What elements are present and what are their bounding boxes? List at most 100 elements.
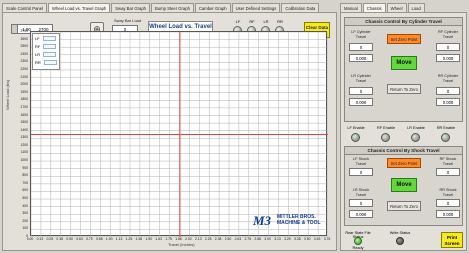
- y-tick-label: 900: [22, 165, 28, 170]
- y-tick-label: 1900: [20, 89, 28, 94]
- y-tick-label: 1700: [20, 104, 28, 109]
- legend-item-lf: LF: [33, 34, 59, 42]
- rf-enable-toggle[interactable]: [381, 133, 390, 142]
- y-tick-label: 2100: [20, 74, 28, 79]
- logo-mark: M3: [253, 213, 272, 228]
- lf-enable-label: LF Enable: [347, 126, 365, 130]
- application-window: Scale Control Panel Wheel Load vs. Trave…: [0, 0, 469, 253]
- legend-label: RF: [35, 43, 41, 49]
- x-axis-label: Travel (Inches): [168, 242, 195, 247]
- legend-swatch: [42, 35, 56, 41]
- legend-swatch: [43, 59, 57, 65]
- return-to-zero-button[interactable]: Return To Zero: [387, 84, 421, 94]
- lr-shock-label: LR Shock Travel: [352, 188, 370, 197]
- rr-enable-label: RR Enable: [436, 126, 456, 130]
- rr-cylinder-input[interactable]: 0: [436, 87, 460, 95]
- y-tick-label: 100: [22, 226, 28, 231]
- legend-swatch: [43, 43, 57, 49]
- rf-shock-label: RF Shock Travel: [439, 157, 457, 166]
- y-tick-label: 2600: [20, 36, 28, 41]
- print-screen-button[interactable]: Print Screen: [441, 232, 463, 248]
- plot-area[interactable]: [30, 31, 328, 237]
- led-label-lf: LF: [235, 19, 241, 24]
- y-tick-label: 1400: [20, 127, 28, 132]
- led-label-rf: RF: [249, 19, 255, 24]
- lf-cylinder-readout: 0.000: [349, 54, 373, 62]
- chassis-control-panel: Chassis Control By Cylinder Travel LF Cy…: [340, 12, 467, 251]
- y-tick-label: 1500: [20, 120, 28, 125]
- rf-cylinder-label: RF Cylinder Travel: [437, 30, 459, 39]
- y-tick-label: 600: [22, 188, 28, 193]
- plot-svg: [31, 32, 328, 237]
- y-tick-label: 1200: [20, 142, 28, 147]
- legend-label: LF: [35, 35, 40, 41]
- rear-state-value: Ready: [352, 246, 364, 250]
- y-tick-label: 400: [22, 203, 28, 208]
- y-tick-label: 2200: [20, 66, 28, 71]
- y-tick-label: 200: [22, 218, 28, 223]
- legend-swatch: [43, 51, 57, 57]
- lr-enable-toggle[interactable]: [411, 133, 420, 142]
- lf-enable-toggle[interactable]: [351, 133, 360, 142]
- y-tick-label: 300: [22, 211, 28, 216]
- lf-cylinder-input[interactable]: 0: [349, 43, 373, 51]
- rf-enable-label: RF Enable: [377, 126, 395, 130]
- rr-shock-readout: 0.000: [436, 210, 460, 218]
- company-logo: M3 MITTLER BROS. MACHINE & TOOL: [253, 211, 327, 231]
- cylinder-travel-section: Chassis Control By Cylinder Travel LF Cy…: [344, 17, 463, 122]
- y-tick-label: 1800: [20, 97, 28, 102]
- move-button[interactable]: Move: [391, 56, 417, 70]
- lr-shock-readout: 0.000: [349, 210, 373, 218]
- rear-state-led: [354, 237, 362, 245]
- lr-shock-input[interactable]: 0: [349, 199, 373, 207]
- write-status-led: [396, 237, 404, 245]
- legend-label: RR: [35, 59, 41, 65]
- legend: LF RF LR RR: [32, 33, 60, 70]
- rr-cylinder-readout: 0.000: [436, 98, 460, 106]
- lr-cylinder-readout: 0.000: [349, 98, 373, 106]
- shock-set-zero-point-button[interactable]: Set Zero Point: [387, 158, 421, 168]
- shock-travel-section: Chassis Control By Shock Travel LF Shock…: [344, 146, 463, 226]
- lr-enable-label: LR Enable: [407, 126, 425, 130]
- rr-enable-toggle[interactable]: [441, 133, 450, 142]
- y-tick-label: 2400: [20, 51, 28, 56]
- rf-shock-input[interactable]: 0: [436, 168, 460, 176]
- lr-cylinder-input[interactable]: 0: [349, 87, 373, 95]
- legend-item-lr: LR: [33, 50, 59, 58]
- set-zero-point-button[interactable]: Set Zero Point: [387, 34, 421, 44]
- led-label-rr: RR: [277, 19, 283, 24]
- y-tick-label: 2700: [20, 29, 28, 33]
- rf-cylinder-readout: 0.000: [436, 54, 460, 62]
- logo-text: MITTLER BROS. MACHINE & TOOL: [277, 214, 321, 226]
- y-tick-label: 2300: [20, 59, 28, 64]
- sway-bar-load-label: Sway Bar Load: [114, 18, 142, 23]
- y-tick-label: 1600: [20, 112, 28, 117]
- lf-cylinder-label: LF Cylinder Travel: [351, 30, 371, 39]
- x-tick-label: 3.75: [323, 237, 331, 241]
- y-axis-label: Wheel Load (lbs): [5, 79, 10, 110]
- y-tick-label: 2500: [20, 44, 28, 49]
- section-title: Chassis Control By Cylinder Travel: [345, 18, 462, 26]
- y-tick-label: 700: [22, 180, 28, 185]
- y-tick-label: 2000: [20, 82, 28, 87]
- section-title: Chassis Control By Shock Travel: [345, 147, 462, 155]
- logo-line-2: MACHINE & TOOL: [277, 220, 321, 226]
- y-tick-label: 1000: [20, 158, 28, 163]
- rf-cylinder-input[interactable]: 0: [436, 43, 460, 51]
- y-tick-label: 800: [22, 173, 28, 178]
- y-tick-label: 1100: [20, 150, 28, 155]
- rr-shock-label: RR Shock Travel: [439, 188, 457, 197]
- rr-cylinder-label: RR Cylinder Travel: [437, 74, 459, 83]
- lr-cylinder-label: LR Cylinder Travel: [351, 74, 371, 83]
- y-tick-label: 1300: [20, 135, 28, 140]
- shock-move-button[interactable]: Move: [391, 178, 417, 192]
- led-label-lr: LR: [263, 19, 269, 24]
- rr-shock-input[interactable]: 0: [436, 199, 460, 207]
- shock-return-to-zero-button[interactable]: Return To Zero: [387, 201, 421, 211]
- y-tick-label: 500: [22, 196, 28, 201]
- legend-item-rf: RF: [33, 42, 59, 50]
- legend-label: LR: [35, 51, 41, 57]
- legend-item-rr: RR: [33, 58, 59, 66]
- lf-shock-input[interactable]: 0: [349, 168, 373, 176]
- write-status-label: Write Status: [389, 231, 411, 235]
